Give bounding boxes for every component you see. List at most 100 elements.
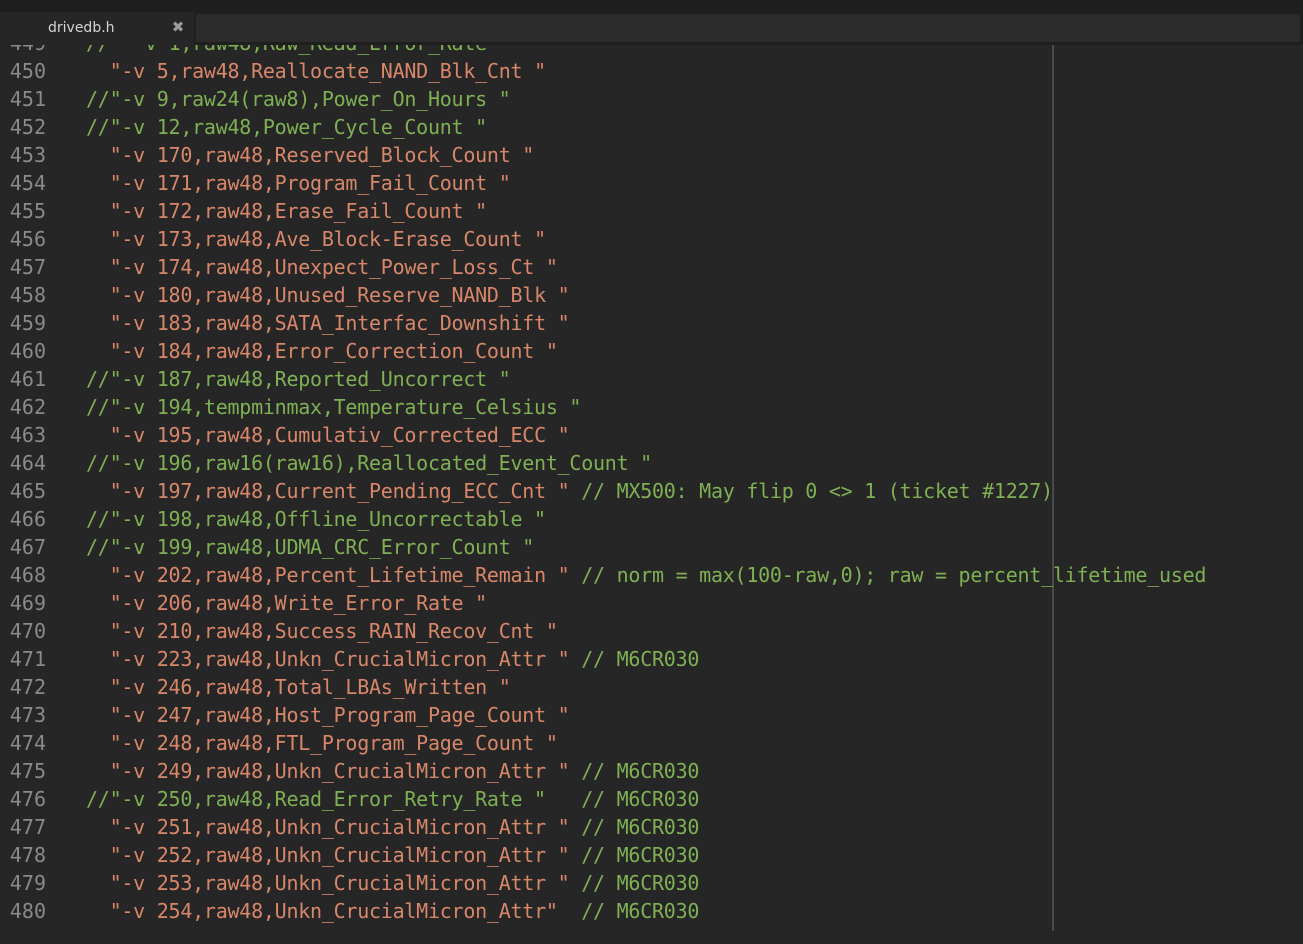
code-line[interactable]: 454 "-v 171,raw48,Program_Fail_Count " <box>0 169 1303 197</box>
code-string: "-v 247,raw48,Host_Program_Page_Count " <box>109 703 570 727</box>
code-string: "-v 202,raw48,Percent_Lifetime_Remain " <box>109 563 570 587</box>
code-line[interactable]: 473 "-v 247,raw48,Host_Program_Page_Coun… <box>0 701 1303 729</box>
code-line[interactable]: 464 //"-v 196,raw16(raw16),Reallocated_Ev… <box>0 449 1303 477</box>
code-line[interactable]: 450 "-v 5,raw48,Reallocate_NAND_Blk_Cnt … <box>0 57 1303 85</box>
tab-drivedb-h[interactable]: drivedb.h ✖ <box>0 12 194 45</box>
code-text: "-v 171,raw48,Program_Fail_Count " <box>86 169 511 197</box>
code-line[interactable]: 459 "-v 183,raw48,SATA_Interfac_Downshif… <box>0 309 1303 337</box>
line-number: 479 <box>9 871 46 895</box>
line-number: 478 <box>9 843 46 867</box>
line-number: 460 <box>9 339 46 363</box>
code-line[interactable]: 474 "-v 248,raw48,FTL_Program_Page_Count… <box>0 729 1303 757</box>
line-number: 465 <box>9 479 46 503</box>
code-line[interactable]: 476 //"-v 250,raw48,Read_Error_Retry_Rate… <box>0 785 1303 813</box>
line-number: 471 <box>9 647 46 671</box>
code-text: "-v 253,raw48,Unkn_CrucialMicron_Attr " … <box>86 869 700 897</box>
code-line[interactable]: 471 "-v 223,raw48,Unkn_CrucialMicron_Att… <box>0 645 1303 673</box>
code-string: "-v 174,raw48,Unexpect_Power_Loss_Ct " <box>109 255 558 279</box>
code-comment: //"-v 198,raw48,Offline_Uncorrectable " <box>86 507 546 531</box>
code-line[interactable]: 457 "-v 174,raw48,Unexpect_Power_Loss_Ct… <box>0 253 1303 281</box>
code-line[interactable]: 468 "-v 202,raw48,Percent_Lifetime_Remai… <box>0 561 1303 589</box>
code-comment: // M6CR030 <box>557 899 700 923</box>
code-line[interactable]: 463 "-v 195,raw48,Cumulativ_Corrected_EC… <box>0 421 1303 449</box>
code-text: "-v 254,raw48,Unkn_CrucialMicron_Attr" /… <box>86 897 700 925</box>
code-line[interactable]: 477 "-v 251,raw48,Unkn_CrucialMicron_Att… <box>0 813 1303 841</box>
code-text: // "-v 1,raw48,Raw_Read_Error_Rate " <box>86 45 511 57</box>
line-number: 467 <box>9 535 46 559</box>
code-string: "-v 246,raw48,Total_LBAs_Written " <box>109 675 511 699</box>
code-line[interactable]: 470 "-v 210,raw48,Success_RAIN_Recov_Cnt… <box>0 617 1303 645</box>
code-line[interactable]: 458 "-v 180,raw48,Unused_Reserve_NAND_Bl… <box>0 281 1303 309</box>
line-number: 457 <box>9 255 46 279</box>
code-line[interactable]: 469 "-v 206,raw48,Write_Error_Rate " <box>0 589 1303 617</box>
code-comment: //"-v 250,raw48,Read_Error_Retry_Rate " … <box>86 787 700 811</box>
line-number: 458 <box>9 283 46 307</box>
code-text: //"-v 196,raw16(raw16),Reallocated_Event… <box>86 449 652 477</box>
code-line[interactable]: 451 //"-v 9,raw24(raw8),Power_On_Hours " <box>0 85 1303 113</box>
code-comment: //"-v 9,raw24(raw8),Power_On_Hours " <box>86 87 511 111</box>
line-number: 450 <box>9 59 46 83</box>
code-text: "-v 206,raw48,Write_Error_Rate " <box>86 589 488 617</box>
code-line[interactable]: 449 // "-v 1,raw48,Raw_Read_Error_Rate " <box>0 45 1303 57</box>
code-line[interactable]: 460 "-v 184,raw48,Error_Correction_Count… <box>0 337 1303 365</box>
code-text: "-v 195,raw48,Cumulativ_Corrected_ECC " <box>86 421 570 449</box>
code-string: "-v 195,raw48,Cumulativ_Corrected_ECC " <box>109 423 570 447</box>
code-editor[interactable]: 449// "-v 1,raw48,Raw_Read_Error_Rate "4… <box>0 45 1303 944</box>
code-line[interactable]: 466 //"-v 198,raw48,Offline_Uncorrectable… <box>0 505 1303 533</box>
code-string: "-v 210,raw48,Success_RAIN_Recov_Cnt " <box>109 619 558 643</box>
code-text: "-v 173,raw48,Ave_Block-Erase_Count " <box>86 225 547 253</box>
code-line[interactable]: 465 "-v 197,raw48,Current_Pending_ECC_Cn… <box>0 477 1303 505</box>
line-number: 475 <box>9 759 46 783</box>
code-text: "-v 223,raw48,Unkn_CrucialMicron_Attr " … <box>86 645 700 673</box>
code-line[interactable]: 478 "-v 252,raw48,Unkn_CrucialMicron_Att… <box>0 841 1303 869</box>
code-text: "-v 210,raw48,Success_RAIN_Recov_Cnt " <box>86 617 558 645</box>
code-line[interactable]: 467 //"-v 199,raw48,UDMA_CRC_Error_Count … <box>0 533 1303 561</box>
code-comment: // "-v 1,raw48,Raw_Read_Error_Rate " <box>86 45 511 55</box>
code-line[interactable]: 455 "-v 172,raw48,Erase_Fail_Count " <box>0 197 1303 225</box>
code-string: "-v 5,raw48,Reallocate_NAND_Blk_Cnt " <box>109 59 547 83</box>
code-text: //"-v 187,raw48,Reported_Uncorrect " <box>86 365 511 393</box>
code-line[interactable]: 480 "-v 254,raw48,Unkn_CrucialMicron_Att… <box>0 897 1303 925</box>
code-string: "-v 223,raw48,Unkn_CrucialMicron_Attr " <box>109 647 570 671</box>
code-text: "-v 170,raw48,Reserved_Block_Count " <box>86 141 535 169</box>
code-string: "-v 180,raw48,Unused_Reserve_NAND_Blk " <box>109 283 570 307</box>
code-line[interactable]: 475 "-v 249,raw48,Unkn_CrucialMicron_Att… <box>0 757 1303 785</box>
code-string: "-v 253,raw48,Unkn_CrucialMicron_Attr " <box>109 871 570 895</box>
code-line[interactable]: 461 //"-v 187,raw48,Reported_Uncorrect " <box>0 365 1303 393</box>
tab-bar-empty-area[interactable] <box>196 14 1300 42</box>
line-number: 455 <box>9 199 46 223</box>
line-number: 469 <box>9 591 46 615</box>
code-comment: //"-v 12,raw48,Power_Cycle_Count " <box>86 115 487 139</box>
code-line[interactable]: 462 //"-v 194,tempminmax,Temperature_Cels… <box>0 393 1303 421</box>
code-line[interactable]: 456 "-v 173,raw48,Ave_Block-Erase_Count … <box>0 225 1303 253</box>
code-text: "-v 197,raw48,Current_Pending_ECC_Cnt " … <box>86 477 1054 505</box>
code-comment: // M6CR030 <box>569 759 700 783</box>
line-number: 449 <box>0 45 46 57</box>
code-line[interactable]: 472 "-v 246,raw48,Total_LBAs_Written " <box>0 673 1303 701</box>
code-string: "-v 249,raw48,Unkn_CrucialMicron_Attr " <box>109 759 570 783</box>
code-text: //"-v 12,raw48,Power_Cycle_Count " <box>86 113 487 141</box>
tab-title: drivedb.h <box>48 20 115 36</box>
code-line[interactable]: 453 "-v 170,raw48,Reserved_Block_Count " <box>0 141 1303 169</box>
code-text: "-v 174,raw48,Unexpect_Power_Loss_Ct " <box>86 253 558 281</box>
code-line[interactable]: 452 //"-v 12,raw48,Power_Cycle_Count " <box>0 113 1303 141</box>
code-text: //"-v 9,raw24(raw8),Power_On_Hours " <box>86 85 511 113</box>
line-number: 472 <box>9 675 46 699</box>
code-comment: //"-v 187,raw48,Reported_Uncorrect " <box>86 367 511 391</box>
line-number: 454 <box>9 171 46 195</box>
close-icon[interactable]: ✖ <box>170 18 186 36</box>
code-text: "-v 183,raw48,SATA_Interfac_Downshift " <box>86 309 570 337</box>
code-line[interactable]: 479 "-v 253,raw48,Unkn_CrucialMicron_Att… <box>0 869 1303 897</box>
line-number: 462 <box>9 395 46 419</box>
